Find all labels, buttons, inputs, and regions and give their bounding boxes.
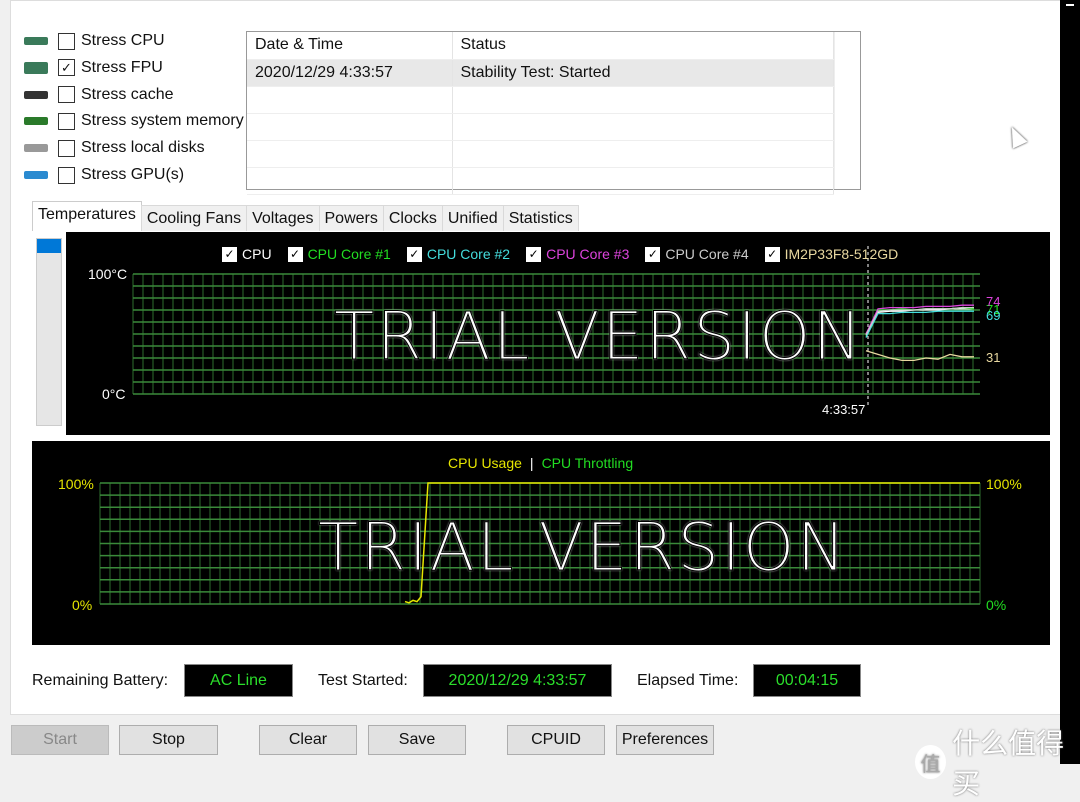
event-log: Date & Time Status 2020/12/29 4:33:57 Stab…	[246, 31, 861, 195]
checkbox[interactable]	[58, 32, 75, 50]
checkbox[interactable]: ✓	[58, 59, 75, 77]
option-stress-local-disks[interactable]: Stress local disks	[24, 136, 205, 160]
temperature-legend: ✓ CPU ✓ CPU Core #1 ✓ CPU Core #2 ✓ CPU Core #3…	[222, 246, 914, 262]
legend-item[interactable]: ✓ CPU Core #4	[645, 246, 749, 262]
battery-value: AC Line	[184, 664, 293, 697]
brand-badge: 值	[915, 745, 947, 779]
tab-clocks[interactable]: Clocks	[382, 205, 443, 231]
y-left-top: 100%	[58, 476, 94, 492]
option-stress-cache[interactable]: Stress cache	[24, 83, 173, 107]
preferences-button[interactable]: Preferences	[616, 725, 714, 755]
save-button[interactable]: Save	[368, 725, 466, 755]
start-button[interactable]: Start	[11, 725, 109, 755]
log-scrollbar[interactable]	[834, 32, 860, 189]
y-top-label: 100°C	[88, 266, 128, 282]
option-stress-gpu-s-[interactable]: Stress GPU(s)	[24, 163, 184, 187]
test-started-value: 2020/12/29 4:33:57	[423, 664, 612, 697]
trial-watermark: TRIAL VERSION	[318, 509, 848, 587]
legend-cpu-throttling: CPU Throttling	[541, 455, 634, 471]
tab-temperatures[interactable]: Temperatures	[32, 201, 142, 231]
legend-checkbox[interactable]: ✓	[764, 246, 780, 262]
option-label: Stress system memory	[81, 112, 244, 130]
col-header-datetime[interactable]: Date & Time	[247, 32, 453, 60]
option-label: Stress CPU	[81, 32, 165, 49]
legend-cpu-usage: CPU Usage	[448, 455, 522, 471]
clear-button[interactable]: Clear	[259, 725, 357, 755]
temperature-chart: 71 69 74 31 ✓ CPU ✓ CPU Core #1 ✓ CPU Core #2 ✓ CP…	[66, 232, 1050, 435]
x-marker-label: 4:33:57	[822, 402, 866, 417]
checkbox[interactable]	[58, 86, 75, 104]
temperature-scrollbar[interactable]	[36, 238, 62, 426]
memory-module-icon	[24, 117, 48, 126]
y-right-bottom: 0%	[986, 597, 1007, 613]
legend-checkbox[interactable]: ✓	[287, 246, 303, 262]
elapsed-value: 00:04:15	[753, 664, 861, 697]
cpu-chip-icon	[24, 37, 48, 45]
tab-bar: Temperatures Cooling Fans Voltages Power…	[32, 201, 579, 231]
series-end-label: 31	[986, 350, 1000, 365]
legend-label: IM2P33F8-512GD	[784, 246, 899, 262]
cpuid-button[interactable]: CPUID	[507, 725, 605, 755]
brand-text: 什么值得买	[952, 728, 1065, 799]
tab-voltages[interactable]: Voltages	[246, 205, 320, 231]
legend-item[interactable]: ✓ CPU Core #3	[526, 246, 629, 262]
battery-label: Remaining Battery:	[32, 672, 169, 689]
legend-checkbox[interactable]: ✓	[645, 246, 661, 262]
log-row[interactable]: 2020/12/29 4:33:57 Stability Test: Starte…	[247, 59, 834, 87]
option-label: Stress FPU	[81, 58, 163, 76]
site-watermark: 值什么值得买	[915, 722, 1080, 802]
legend-label: CPU Core #2	[426, 246, 511, 262]
legend-item[interactable]: ✓ CPU Core #2	[406, 246, 511, 262]
trial-watermark: TRIAL VERSION	[334, 298, 864, 376]
option-stress-system-memory[interactable]: Stress system memory	[24, 109, 244, 133]
legend-checkbox[interactable]: ✓	[406, 246, 422, 262]
elapsed-label: Elapsed Time:	[637, 672, 739, 689]
usage-legend: CPU Usage | CPU Throttling	[448, 455, 634, 471]
option-label: Stress local disks	[81, 139, 205, 157]
series-end-label: 74	[986, 294, 1000, 309]
disk-drive-icon	[24, 144, 48, 153]
legend-checkbox[interactable]: ✓	[222, 246, 237, 262]
stop-button[interactable]: Stop	[119, 725, 218, 755]
scrollbar-thumb[interactable]	[37, 239, 61, 253]
test-started-label: Test Started:	[318, 672, 408, 689]
option-label: Stress cache	[81, 85, 174, 103]
option-label: Stress GPU(s)	[81, 166, 185, 183]
tab-powers[interactable]: Powers	[318, 205, 384, 231]
window-edge	[1060, 0, 1080, 764]
gpu-card-icon	[24, 171, 48, 179]
legend-checkbox[interactable]: ✓	[526, 246, 542, 262]
legend-item[interactable]: ✓ CPU	[222, 246, 272, 262]
legend-label: CPU	[242, 246, 272, 262]
option-stress-fpu[interactable]: ✓ Stress FPU	[24, 56, 163, 80]
cpu-usage-chart: CPU Usage | CPU Throttling 100% 0% 100% …	[32, 441, 1050, 645]
log-datetime: 2020/12/29 4:33:57	[247, 59, 453, 87]
legend-item[interactable]: ✓ CPU Core #1	[287, 246, 391, 262]
legend-label: CPU Core #4	[665, 246, 749, 262]
y-right-top: 100%	[986, 476, 1022, 492]
checkbox[interactable]	[58, 166, 75, 184]
y-left-bottom: 0%	[72, 597, 93, 613]
series-end-label: 69	[986, 308, 1000, 323]
legend-label: CPU Core #3	[546, 246, 630, 262]
col-header-status[interactable]: Status	[452, 32, 834, 60]
log-status: Stability Test: Started	[452, 59, 834, 87]
cache-chip-icon	[24, 90, 48, 99]
tab-cooling-fans[interactable]: Cooling Fans	[140, 205, 248, 231]
legend-item[interactable]: ✓ IM2P33F8-512GD	[764, 246, 899, 262]
legend-label: CPU Core #1	[307, 246, 391, 262]
series-line-im2p33f8-512gd	[865, 350, 974, 362]
fpu-123-icon	[24, 61, 48, 74]
y-bottom-label: 0°C	[102, 386, 126, 402]
option-stress-cpu[interactable]: Stress CPU	[24, 29, 165, 53]
tab-unified[interactable]: Unified	[441, 205, 504, 231]
checkbox[interactable]	[58, 139, 75, 157]
tab-statistics[interactable]: Statistics	[502, 205, 579, 231]
checkbox[interactable]	[58, 112, 75, 130]
